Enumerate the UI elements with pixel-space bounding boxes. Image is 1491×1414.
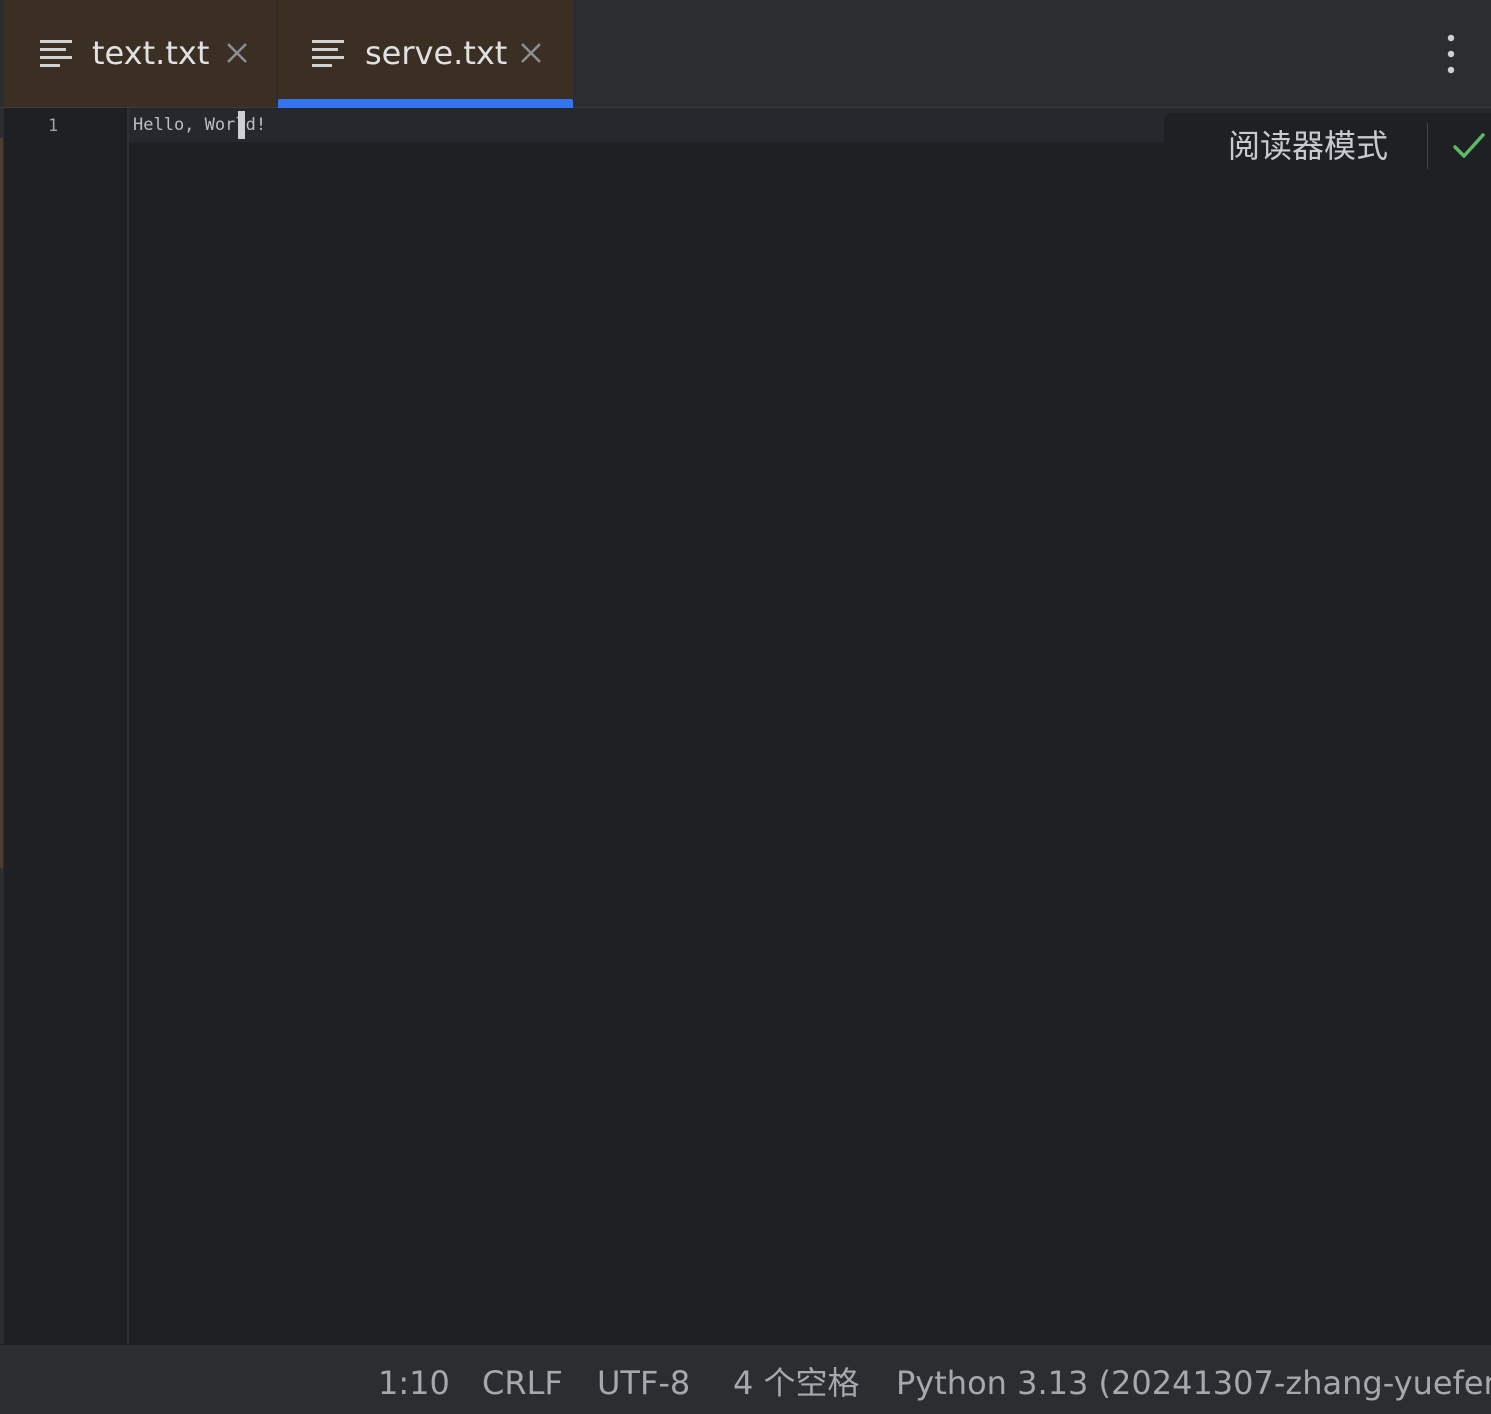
editor-area[interactable]: 1 Hello, World! 阅读器模式	[0, 108, 1491, 1344]
status-bar: 1:10 CRLF UTF-8 4 个空格 Python 3.13 (20241…	[0, 1344, 1491, 1414]
active-tab-indicator	[278, 99, 573, 108]
gutter-separator	[127, 108, 129, 1344]
line-number-gutter[interactable]: 1	[4, 108, 127, 1344]
left-edge-marker	[0, 138, 3, 868]
more-options-icon[interactable]	[1436, 32, 1466, 76]
tab-bar: text.txt serve.txt	[0, 0, 1491, 108]
tab-text-txt[interactable]: text.txt	[4, 0, 276, 107]
text-file-icon	[40, 40, 72, 67]
text-file-icon	[312, 40, 344, 67]
tab-serve-txt[interactable]: serve.txt	[278, 0, 573, 108]
python-interpreter[interactable]: Python 3.13 (20241307-zhang-yuefeng)	[896, 1361, 1491, 1405]
divider	[1427, 123, 1428, 169]
text-caret	[238, 111, 245, 139]
line-separator[interactable]: CRLF	[482, 1361, 563, 1405]
tab-label: text.txt	[92, 34, 210, 72]
reader-mode-button[interactable]: 阅读器模式	[1228, 123, 1388, 169]
close-icon[interactable]	[224, 40, 250, 66]
line-number: 1	[48, 116, 59, 136]
tab-label: serve.txt	[365, 34, 508, 72]
file-encoding[interactable]: UTF-8	[597, 1361, 690, 1405]
check-icon[interactable]	[1452, 131, 1486, 161]
close-icon[interactable]	[518, 40, 544, 66]
editor-window: text.txt serve.txt 1 Hello, World! 阅读器模式…	[0, 0, 1491, 1414]
indent-setting[interactable]: 4 个空格	[733, 1361, 860, 1405]
caret-position[interactable]: 1:10	[378, 1361, 450, 1405]
code-line[interactable]: Hello, World!	[133, 113, 266, 137]
reader-mode-panel: 阅读器模式	[1164, 113, 1491, 173]
